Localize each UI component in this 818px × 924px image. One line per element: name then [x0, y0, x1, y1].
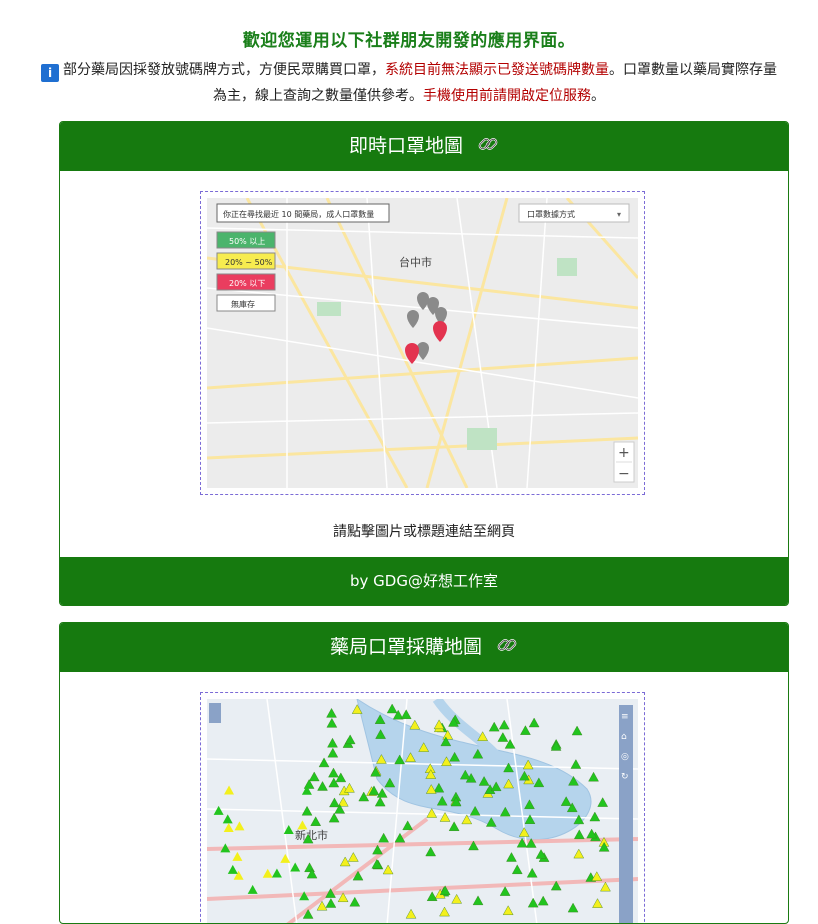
map2-refresh-icon[interactable]: ↻	[621, 772, 629, 782]
pharmacy-map-image[interactable]: 新北市 ≡ ⌂ ◎ ↻	[200, 692, 645, 924]
intro-section: 歡迎您運用以下社群朋友開發的應用界面。 i 部分藥局因採發放號碼牌方式，方便民眾購…	[0, 0, 818, 109]
legend-mid: 20% ~ 50%	[225, 258, 273, 267]
link-icon[interactable]	[496, 626, 518, 675]
card2-title[interactable]: 藥局口罩採購地圖	[330, 636, 482, 658]
notice-warning-red: 系統目前無法顯示已發送號碼牌數量	[385, 62, 609, 78]
notice-text: i 部分藥局因採發放號碼牌方式，方便民眾購買口罩，系統目前無法顯示已發送號碼牌數量…	[39, 57, 779, 109]
zoom-out-button[interactable]: −	[618, 466, 630, 482]
map-dropdown[interactable]: 口罩數據方式	[527, 209, 575, 219]
map2-menu-icon[interactable]: ≡	[621, 712, 629, 722]
card-realtime-mask-map: 即時口罩地圖 你正在尋找最近 10 間藥局，成人口罩數量 口罩數據方式 ▾ 50…	[59, 121, 789, 606]
card-pharmacy-mask-map: 藥局口罩採購地圖 新北市 ≡ ⌂ ◎ ↻	[59, 622, 789, 924]
card1-footer: by GDG@好想工作室	[60, 557, 788, 605]
card1-body: 你正在尋找最近 10 間藥局，成人口罩數量 口罩數據方式 ▾ 50% 以上 20…	[60, 171, 788, 605]
realtime-map-image[interactable]: 你正在尋找最近 10 間藥局，成人口罩數量 口罩數據方式 ▾ 50% 以上 20…	[200, 191, 645, 495]
welcome-heading: 歡迎您運用以下社群朋友開發的應用界面。	[242, 31, 576, 51]
info-icon: i	[41, 64, 59, 82]
new-taipei-map[interactable]: 新北市 ≡ ⌂ ◎ ↻	[206, 696, 639, 924]
zoom-in-button[interactable]: +	[618, 445, 630, 461]
card1-header[interactable]: 即時口罩地圖	[60, 122, 788, 171]
notice-location-red: 手機使用前請開啟定位服務	[423, 88, 591, 104]
link-icon[interactable]	[477, 125, 499, 174]
taichung-map[interactable]: 你正在尋找最近 10 間藥局，成人口罩數量 口罩數據方式 ▾ 50% 以上 20…	[206, 197, 640, 489]
map-info-box: 你正在尋找最近 10 間藥局，成人口罩數量	[223, 209, 374, 219]
dropdown-chevron-icon[interactable]: ▾	[617, 210, 621, 219]
card1-caption: 請點擊圖片或標題連結至網頁	[333, 524, 515, 540]
map2-home-icon[interactable]: ⌂	[621, 732, 627, 742]
notice-end: 。	[591, 88, 605, 104]
legend-high: 50% 以上	[229, 237, 265, 246]
card1-title[interactable]: 即時口罩地圖	[349, 135, 463, 157]
notice-part1: 部分藥局因採發放號碼牌方式，方便民眾購買口罩，	[63, 62, 385, 78]
card2-header[interactable]: 藥局口罩採購地圖	[60, 623, 788, 672]
map2-locate-icon[interactable]: ◎	[621, 752, 629, 762]
legend-low: 20% 以下	[229, 279, 265, 288]
card2-body: 新北市 ≡ ⌂ ◎ ↻	[60, 672, 788, 924]
legend-none: 無庫存	[231, 299, 255, 309]
map-city-label: 台中市	[399, 255, 432, 269]
